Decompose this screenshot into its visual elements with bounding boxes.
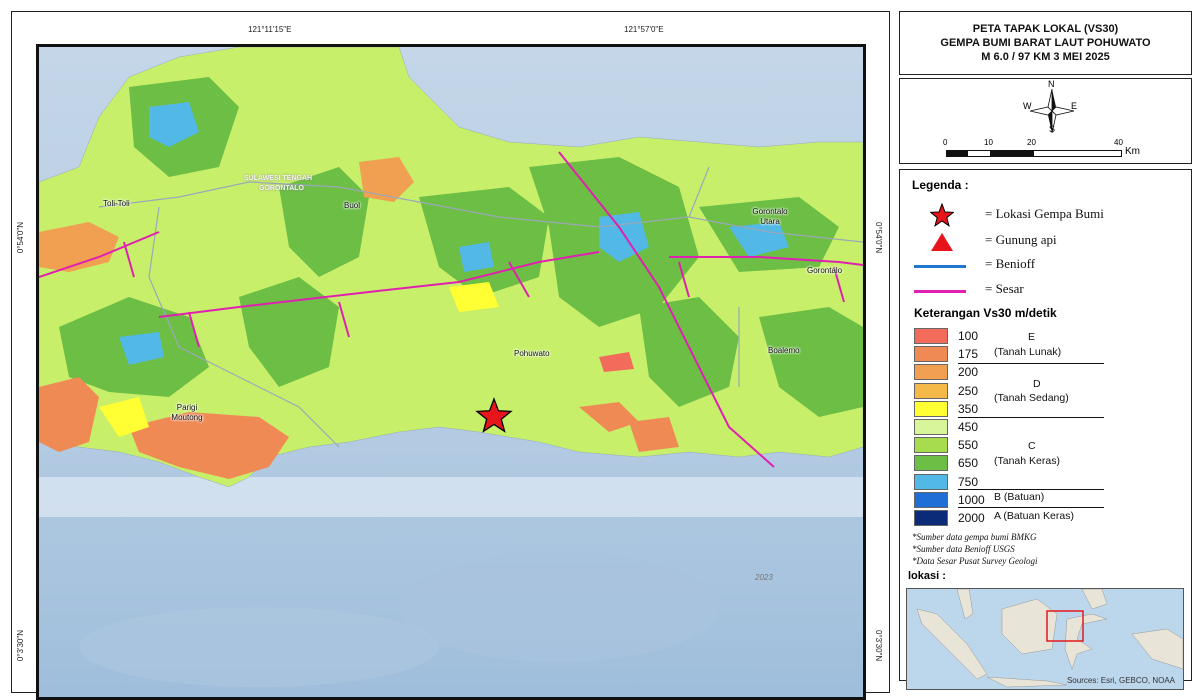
vs30-swatch-1000	[914, 491, 948, 508]
class-c-letter: C	[1028, 440, 1036, 452]
vs30-swatch-200	[914, 364, 948, 381]
class-e-desc: (Tanah Lunak)	[994, 346, 1062, 358]
class-divider-b	[958, 507, 1104, 508]
vs30-value-250: 250	[958, 383, 979, 398]
vs30-map[interactable]: Toli-Toli Buol SULAWESI TENGAH GORONTALO…	[36, 44, 866, 700]
legend-item-volcano: = Gunung api	[985, 232, 1057, 247]
class-divider-d	[958, 417, 1104, 418]
map-label-sulawesi-tengah: SULAWESI TENGAH	[244, 175, 313, 182]
title-panel: PETA TAPAK LOKAL (VS30) GEMPA BUMI BARAT…	[899, 11, 1192, 75]
vs30-swatch-750	[914, 473, 948, 490]
vs30-swatch-550	[914, 437, 948, 454]
vs30-swatch-650	[914, 455, 948, 472]
coord-left-lower: 0°3'30"N	[16, 630, 25, 662]
scale-bar	[946, 150, 1122, 157]
blue-line-icon	[914, 265, 966, 268]
class-d-letter: D	[1033, 378, 1041, 390]
star-icon	[930, 203, 954, 227]
location-label: lokasi :	[908, 570, 946, 582]
legend-item-benioff: = Benioff	[985, 256, 1036, 271]
south-label: S	[1049, 124, 1056, 134]
coord-top-left: 121°11'15"E	[248, 25, 292, 34]
magenta-line-icon	[914, 290, 966, 293]
map-label-gorontalo-utara: Gorontalo Utara	[752, 207, 788, 226]
map-frame: 121°11'15"E 121°57'0"E 0°54'0"N 0°3'30"N…	[11, 11, 890, 700]
coord-right-upper: 0°54'0"N	[874, 222, 883, 254]
legend-panel: Legenda : = Lokasi Gempa Bumi = Gunung a…	[899, 169, 1192, 690]
vs30-swatch-250	[914, 382, 948, 399]
map-label-toli-toli: Toli-Toli	[103, 199, 130, 208]
note-geology: *Data Sesar Pusat Survey Geologi	[912, 556, 1038, 566]
map-label-parigi-moutong: Parigi Moutong	[171, 403, 203, 422]
vs30-value-650: 650	[958, 456, 979, 471]
class-divider-e	[958, 363, 1104, 364]
east-label: E	[1071, 101, 1078, 111]
coord-right-lower: 0°3'30"N	[874, 630, 883, 662]
scale-tick-40: 40	[1114, 138, 1123, 147]
vs30-value-1000: 1000	[958, 492, 985, 507]
vs30-legend-title: Keterangan Vs30 m/detik	[914, 306, 1057, 320]
class-b-desc: B (Batuan)	[994, 491, 1045, 503]
vs30-swatch-450	[914, 419, 948, 435]
triangle-icon	[931, 233, 953, 251]
title-line-1: PETA TAPAK LOKAL (VS30)	[972, 23, 1119, 35]
vs30-value-750: 750	[958, 474, 979, 489]
map-label-boalemo: Boalemo	[768, 346, 800, 355]
vs30-value-175: 175	[958, 347, 979, 362]
map-label-buol: Buol	[344, 201, 361, 210]
class-divider-c	[958, 489, 1104, 490]
vs30-value-100: 100	[958, 329, 979, 343]
scale-tick-20: 20	[1027, 138, 1036, 147]
class-a-desc: A (Batuan Keras)	[994, 510, 1074, 522]
class-e-letter: E	[1028, 331, 1036, 343]
scale-tick-10: 10	[984, 138, 993, 147]
deep-basin	[399, 552, 719, 662]
north-scale-panel: N S E W 0 10 20 40 Km	[899, 78, 1192, 164]
vs30-value-200: 200	[958, 365, 979, 380]
vs30-swatch-175	[914, 346, 948, 363]
scale-unit: Km	[1125, 146, 1140, 157]
map-year-label: 2023	[755, 573, 773, 582]
legend-item-earthquake: = Lokasi Gempa Bumi	[985, 206, 1104, 221]
legend-item-fault: = Sesar	[985, 281, 1024, 296]
vs30-value-2000: 2000	[958, 511, 985, 525]
vs30-value-350: 350	[958, 401, 979, 416]
deep-basin-west	[79, 607, 439, 687]
map-canvas	[39, 47, 863, 697]
map-label-gorontalo-province: GORONTALO	[259, 185, 304, 192]
scale-tick-0: 0	[943, 138, 948, 147]
class-c-desc: (Tanah Keras)	[994, 455, 1060, 467]
vs30-swatch-2000	[914, 510, 948, 526]
west-label: W	[1023, 101, 1032, 111]
legend-title: Legenda :	[912, 178, 969, 192]
note-usgs: *Sumber data Benioff USGS	[912, 544, 1015, 554]
coord-top-right: 121°57'0"E	[624, 25, 664, 34]
note-bmkg: *Sumber data gempa bumi BMKG	[912, 532, 1037, 542]
inset-canvas	[907, 589, 1183, 689]
vs30-swatch-350	[914, 400, 948, 417]
map-label-gorontalo: Gorontalo	[807, 266, 843, 275]
title-line-3: M 6.0 / 97 KM 3 MEI 2025	[981, 51, 1110, 63]
coord-left-upper: 0°54'0"N	[16, 222, 25, 254]
vs30-swatch-100	[914, 328, 948, 344]
vs30-value-450: 450	[958, 420, 979, 434]
inset-credit: Sources: Esri, GEBCO, NOAA	[1066, 676, 1175, 685]
map-label-pohuwato: Pohuwato	[514, 349, 550, 358]
north-label: N	[1048, 79, 1055, 89]
title-line-2: GEMPA BUMI BARAT LAUT POHUWATO	[940, 37, 1151, 49]
shelf-area	[39, 477, 863, 517]
class-d-desc: (Tanah Sedang)	[994, 392, 1069, 404]
vs30-value-550: 550	[958, 438, 979, 453]
